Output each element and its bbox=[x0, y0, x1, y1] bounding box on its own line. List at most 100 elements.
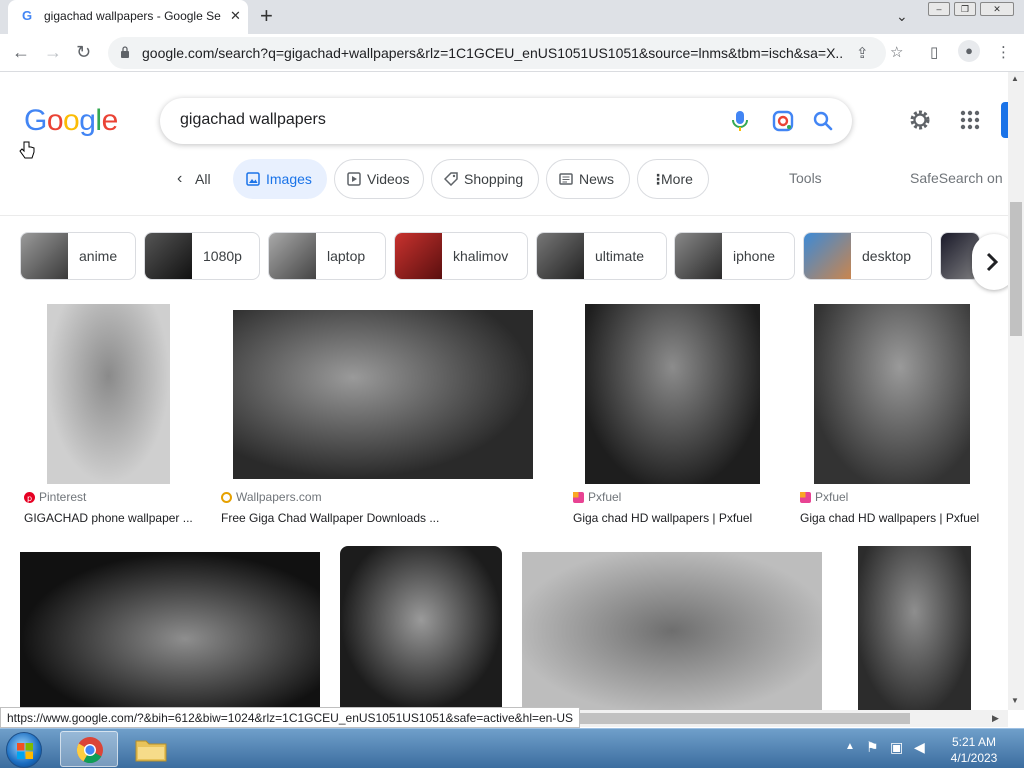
reload-icon[interactable]: ↻ bbox=[76, 42, 91, 62]
result-title[interactable]: Giga chad HD wallpapers | Pxfuel bbox=[573, 511, 779, 525]
vertical-scroll-thumb[interactable] bbox=[1010, 202, 1022, 336]
chip-label: desktop bbox=[862, 248, 912, 264]
profile-avatar-icon[interactable]: ● bbox=[958, 40, 980, 62]
microphone-icon[interactable] bbox=[730, 110, 750, 132]
filter-all[interactable]: ‹ All bbox=[170, 159, 220, 199]
header-divider bbox=[0, 215, 1008, 216]
google-lens-icon[interactable] bbox=[772, 110, 794, 132]
taskbar-chrome[interactable] bbox=[60, 731, 118, 767]
chip-thumbnail bbox=[395, 233, 442, 279]
wallpapers-com-icon bbox=[221, 492, 232, 503]
google-logo[interactable]: Google bbox=[24, 104, 118, 138]
chip-1080p[interactable]: 1080p bbox=[144, 232, 260, 280]
windows-logo-icon bbox=[17, 743, 33, 759]
logo-letter: o bbox=[63, 104, 80, 137]
result-title[interactable]: Free Giga Chad Wallpaper Downloads ... bbox=[221, 511, 547, 525]
gear-icon[interactable] bbox=[908, 108, 932, 132]
share-icon[interactable]: ⇪ bbox=[856, 44, 869, 62]
network-icon[interactable]: ▣ bbox=[890, 739, 903, 756]
chip-thumbnail bbox=[21, 233, 68, 279]
chip-ultimate[interactable]: ultimate bbox=[536, 232, 667, 280]
image-result[interactable] bbox=[340, 546, 502, 710]
tab-title: gigachad wallpapers - Google Se bbox=[44, 9, 221, 23]
lock-icon bbox=[121, 46, 129, 58]
filter-news[interactable]: News bbox=[546, 159, 630, 199]
image-result[interactable]: p Pinterest GIGACHAD phone wallpaper ... bbox=[20, 304, 200, 530]
bookmark-star-icon[interactable]: ☆ bbox=[890, 43, 903, 61]
image-result[interactable]: Pxfuel Giga chad HD wallpapers | Pxfuel bbox=[569, 304, 779, 530]
result-image[interactable] bbox=[585, 304, 760, 484]
image-result[interactable]: Wallpapers.com Free Giga Chad Wallpaper … bbox=[217, 304, 549, 530]
tools-button[interactable]: Tools bbox=[789, 170, 822, 186]
result-image[interactable] bbox=[233, 310, 533, 479]
tab-close-icon[interactable]: ✕ bbox=[230, 8, 241, 24]
restore-button[interactable]: ❐ bbox=[954, 2, 976, 16]
menu-kebab-icon[interactable]: ⋮ bbox=[996, 43, 1011, 61]
clock-date[interactable]: 4/1/2023 bbox=[946, 751, 1002, 765]
google-favicon-icon: G bbox=[22, 8, 33, 23]
tab-search-chevron-icon[interactable]: ⌄ bbox=[896, 8, 908, 25]
chip-thumbnail bbox=[537, 233, 584, 279]
result-image[interactable] bbox=[20, 552, 320, 710]
result-source[interactable]: Pinterest bbox=[39, 490, 86, 504]
pinterest-icon: p bbox=[24, 492, 35, 503]
tag-icon bbox=[444, 172, 458, 186]
close-window-button[interactable]: ✕ bbox=[980, 2, 1014, 16]
scroll-down-arrow-icon[interactable]: ▼ bbox=[1011, 696, 1019, 705]
result-source[interactable]: Wallpapers.com bbox=[236, 490, 322, 504]
image-result[interactable] bbox=[522, 552, 822, 710]
action-center-flag-icon[interactable]: ⚑ bbox=[866, 739, 879, 756]
result-image[interactable] bbox=[858, 546, 971, 710]
volume-icon[interactable]: ◀ bbox=[914, 739, 925, 756]
clock-time[interactable]: 5:21 AM bbox=[946, 735, 1002, 749]
chip-label: ultimate bbox=[595, 248, 645, 264]
apps-grid-icon[interactable] bbox=[960, 110, 980, 130]
logo-letter: g bbox=[79, 104, 96, 137]
result-title[interactable]: GIGACHAD phone wallpaper ... bbox=[24, 511, 200, 525]
result-source[interactable]: Pxfuel bbox=[815, 490, 848, 504]
filter-more[interactable]: ⋮ More bbox=[637, 159, 709, 199]
safesearch-button[interactable]: SafeSearch on bbox=[910, 170, 1003, 186]
filter-videos[interactable]: Videos bbox=[334, 159, 424, 199]
image-result[interactable] bbox=[858, 546, 971, 710]
minimize-button[interactable]: ‒ bbox=[928, 2, 950, 16]
image-result[interactable] bbox=[20, 552, 320, 710]
scroll-up-arrow-icon[interactable]: ▲ bbox=[1011, 74, 1019, 83]
address-bar[interactable]: google.com/search?q=gigachad+wallpapers&… bbox=[108, 37, 886, 69]
chip-anime[interactable]: anime bbox=[20, 232, 136, 280]
search-box[interactable]: gigachad wallpapers bbox=[160, 98, 852, 144]
new-tab-button[interactable]: + bbox=[260, 4, 273, 28]
chip-khalimov[interactable]: khalimov bbox=[394, 232, 528, 280]
chip-thumbnail bbox=[269, 233, 316, 279]
forward-arrow-icon[interactable]: → bbox=[44, 42, 62, 62]
result-image[interactable] bbox=[340, 546, 502, 710]
chip-thumbnail bbox=[145, 233, 192, 279]
search-input[interactable]: gigachad wallpapers bbox=[180, 111, 326, 129]
taskbar-explorer[interactable] bbox=[122, 731, 180, 767]
start-button[interactable] bbox=[6, 732, 42, 768]
filter-videos-label: Videos bbox=[367, 171, 410, 187]
chip-iphone[interactable]: iphone bbox=[674, 232, 795, 280]
image-result[interactable]: Pxfuel Giga chad HD wallpapers | Pxfuel bbox=[796, 304, 992, 530]
vertical-scrollbar[interactable]: ▲ ▼ bbox=[1008, 72, 1024, 710]
result-source[interactable]: Pxfuel bbox=[588, 490, 621, 504]
chip-thumbnail bbox=[675, 233, 722, 279]
show-hidden-icons-icon[interactable]: ▲ bbox=[845, 741, 855, 752]
filter-images[interactable]: Images bbox=[233, 159, 327, 199]
result-image[interactable] bbox=[814, 304, 970, 484]
back-arrow-icon[interactable]: ← bbox=[12, 42, 30, 62]
filter-shopping[interactable]: Shopping bbox=[431, 159, 539, 199]
chip-laptop[interactable]: laptop bbox=[268, 232, 386, 280]
side-panel-icon[interactable]: ▯ bbox=[930, 43, 938, 61]
search-icon[interactable] bbox=[812, 110, 834, 132]
browser-tab[interactable]: G gigachad wallpapers - Google Se ✕ bbox=[8, 0, 248, 34]
scroll-right-arrow-icon[interactable]: ▶ bbox=[992, 713, 999, 724]
chip-desktop[interactable]: desktop bbox=[803, 232, 932, 280]
url-text: google.com/search?q=gigachad+wallpapers&… bbox=[142, 45, 842, 61]
logo-letter: o bbox=[46, 104, 64, 137]
result-image[interactable] bbox=[522, 552, 822, 710]
result-title[interactable]: Giga chad HD wallpapers | Pxfuel bbox=[800, 511, 992, 525]
chip-label: 1080p bbox=[203, 248, 242, 264]
hand-cursor-icon bbox=[19, 141, 35, 159]
result-image[interactable] bbox=[47, 304, 170, 484]
